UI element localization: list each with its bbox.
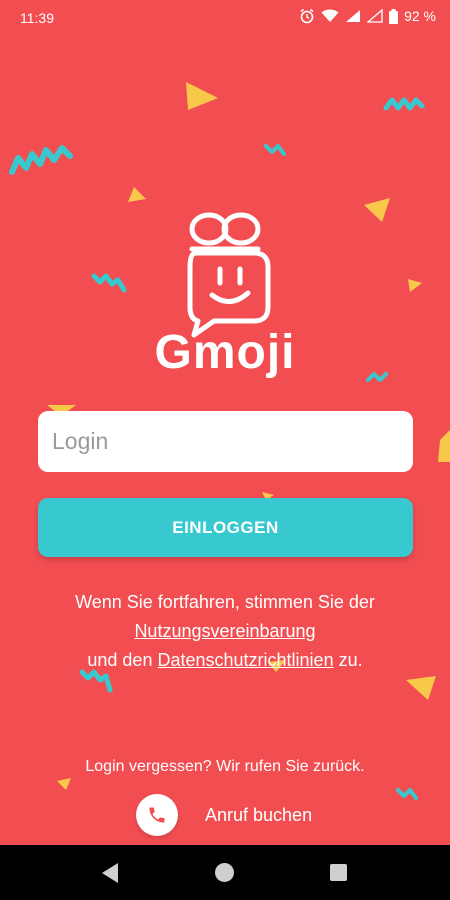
battery-percent: 92 % xyxy=(404,8,436,24)
status-icons: 92 % xyxy=(299,8,436,24)
terms-line-1: Wenn Sie fortfahren, stimmen Sie der xyxy=(75,592,375,612)
back-icon[interactable] xyxy=(102,863,118,883)
navigation-bar xyxy=(0,845,450,900)
login-input[interactable] xyxy=(38,411,413,472)
login-screen: 11:39 92 % Gmoji Login EINLOGGEN Wenn Si… xyxy=(0,0,450,900)
terms-text: Wenn Sie fortfahren, stimmen Sie der Nut… xyxy=(20,588,430,675)
privacy-policy-link[interactable]: Datenschutzrichtlinien xyxy=(157,650,333,670)
phone-icon xyxy=(149,807,165,823)
alarm-icon xyxy=(299,8,315,24)
battery-icon xyxy=(389,8,399,24)
book-call-label: Anruf buchen xyxy=(205,804,313,825)
status-time: 11:39 xyxy=(20,10,54,26)
home-icon[interactable] xyxy=(215,863,234,882)
app-name: Gmoji xyxy=(154,326,296,379)
cell-signal-2-icon xyxy=(367,9,383,23)
phone-icon-button[interactable] xyxy=(136,794,178,836)
wifi-icon xyxy=(321,9,339,23)
terms-suffix: zu. xyxy=(338,650,363,670)
recents-icon[interactable] xyxy=(330,864,347,881)
book-call-button[interactable]: Anruf buchen xyxy=(136,794,312,836)
status-bar: 11:39 92 % xyxy=(0,0,450,34)
login-button[interactable]: EINLOGGEN xyxy=(38,498,413,557)
terms-prefix: und den xyxy=(87,650,153,670)
forgot-login-link[interactable]: Login vergessen? Wir rufen Sie zurück. xyxy=(0,758,450,776)
cell-signal-icon xyxy=(345,9,361,23)
user-agreement-link[interactable]: Nutzungsvereinbarung xyxy=(134,621,315,641)
